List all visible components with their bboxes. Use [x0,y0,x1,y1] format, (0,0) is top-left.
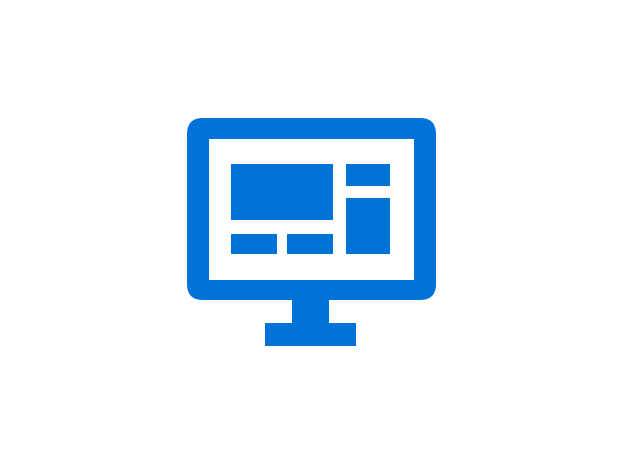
screen-tile-small-left [231,234,277,254]
monitor-stand-neck [292,299,329,324]
monitor-stand-base [265,323,356,346]
screen-tile-top-right [346,164,390,186]
screen-tile-small-middle [287,234,333,254]
screen-tile-tall-right [346,198,390,254]
desktop-monitor-icon [187,118,436,346]
screen-tile-large [231,164,333,220]
icon-canvas [0,0,620,465]
monitor-icon-wrapper [0,0,620,465]
